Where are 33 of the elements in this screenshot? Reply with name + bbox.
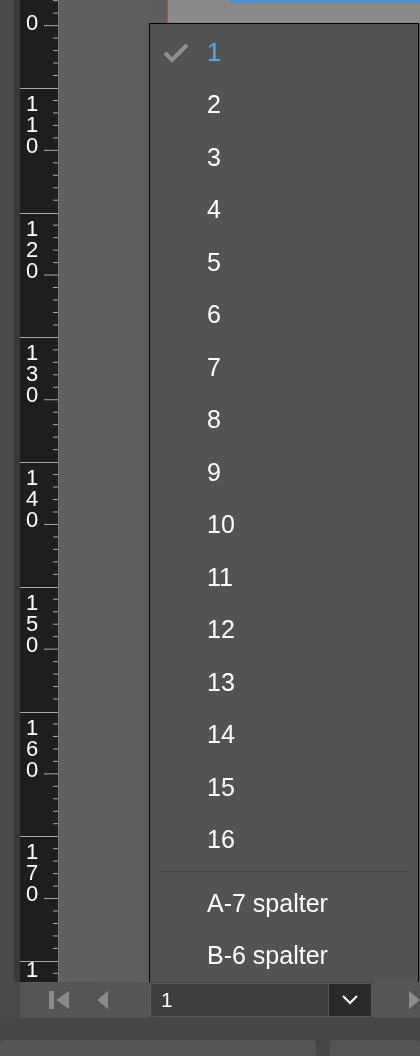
ruler-label: 110 [26, 93, 39, 156]
menu-item[interactable]: 15 [150, 761, 418, 814]
ruler-label: 140 [26, 467, 39, 531]
menu-item[interactable]: B-6 spalter [150, 929, 418, 982]
menu-item[interactable]: 10 [150, 498, 418, 551]
menu-item[interactable]: 8 [150, 393, 418, 446]
ruler-label: 1 [26, 959, 39, 980]
menu-item[interactable]: 13 [150, 656, 418, 709]
menu-item[interactable]: 5 [150, 236, 418, 289]
ruler-label: 120 [26, 217, 39, 281]
menu-item[interactable]: 12 [150, 603, 418, 656]
menu-item[interactable]: 16 [150, 813, 418, 866]
menu-item[interactable]: 2 [150, 78, 418, 131]
menu-item[interactable]: 14 [150, 708, 418, 761]
page-combobox[interactable]: 1 [150, 983, 372, 1017]
previous-page-icon[interactable] [97, 991, 108, 1009]
next-page-icon[interactable] [409, 991, 420, 1009]
first-page-icon[interactable] [49, 991, 71, 1009]
ruler-label: 150 [26, 591, 39, 655]
ruler-label: 0 [26, 12, 39, 33]
menu-item[interactable]: 11 [150, 551, 418, 604]
menu-item[interactable]: 4 [150, 183, 418, 236]
chevron-down-icon [342, 995, 358, 1005]
menu-item[interactable]: 7 [150, 341, 418, 394]
ruler-label: 160 [26, 716, 39, 780]
menu-item[interactable]: 6 [150, 288, 418, 341]
menu-item[interactable]: 9 [150, 446, 418, 499]
dropdown-toggle[interactable] [328, 984, 371, 1016]
menu-item[interactable]: A-7 spalter [150, 877, 418, 930]
ruler-label: 170 [26, 841, 39, 905]
menu-item[interactable]: 3 [150, 131, 418, 184]
ruler-label: 130 [26, 342, 39, 406]
checkmark-icon [163, 42, 189, 63]
